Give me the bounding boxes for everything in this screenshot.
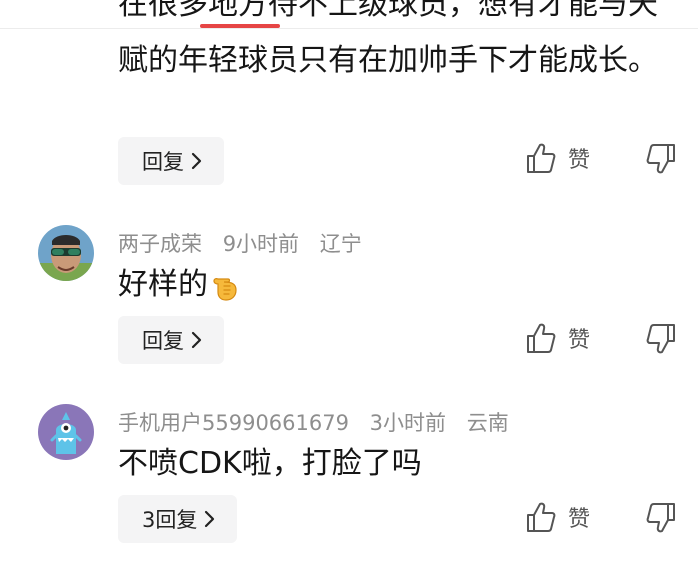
comment-meta: 两子成荣 9小时前 辽宁 (118, 228, 376, 258)
reply-label: 回复 (142, 150, 184, 174)
comment-text-content: 好样的 (118, 267, 208, 302)
chevron-right-icon (205, 510, 215, 528)
thumbs-up-icon (527, 143, 556, 173)
comment-text: 好样的 (118, 262, 678, 308)
reply-button[interactable]: 回复 (118, 316, 224, 364)
thumbs-down-icon[interactable] (646, 502, 678, 536)
like-button[interactable]: 赞 (526, 142, 590, 174)
thumbs-down-icon[interactable] (646, 143, 678, 177)
avatar-image (38, 225, 94, 281)
comment-meta: 手机用户55990661679 3小时前 云南 (118, 407, 523, 437)
username[interactable]: 手机用户55990661679 (118, 411, 349, 435)
chevron-right-icon (191, 152, 202, 170)
pointing-hand-icon (213, 277, 237, 301)
thumbs-up-icon (527, 323, 556, 353)
reply-button[interactable]: 回复 (118, 137, 224, 185)
reply-label: 3回复 (142, 508, 198, 532)
comment-text-cut: 在很多地方待不上级球员，想有才能与天 (118, 0, 658, 22)
top-divider (0, 28, 698, 29)
like-label: 赞 (568, 148, 591, 173)
thumbs-up-icon (527, 502, 556, 532)
avatar[interactable] (38, 404, 94, 460)
like-label: 赞 (568, 507, 591, 532)
comment-location: 云南 (466, 411, 509, 435)
comment-time: 3小时前 (369, 411, 447, 435)
reply-button[interactable]: 3回复 (118, 495, 238, 543)
avatar[interactable] (38, 225, 94, 281)
like-button[interactable]: 赞 (526, 501, 590, 533)
thumbs-down-icon[interactable] (646, 323, 678, 357)
avatar-image (38, 404, 94, 460)
comment-text: 不喷CDK啦，打脸了吗 (118, 446, 422, 481)
like-button[interactable]: 赞 (526, 322, 590, 354)
comment-time: 9小时前 (222, 232, 300, 256)
like-label: 赞 (568, 328, 591, 353)
comment-text: 赋的年轻球员只有在加帅手下才能成长。 (118, 43, 658, 78)
comment-location: 辽宁 (319, 232, 362, 256)
reply-label: 回复 (142, 329, 184, 353)
username[interactable]: 两子成荣 (118, 232, 202, 256)
chevron-right-icon (191, 331, 202, 349)
